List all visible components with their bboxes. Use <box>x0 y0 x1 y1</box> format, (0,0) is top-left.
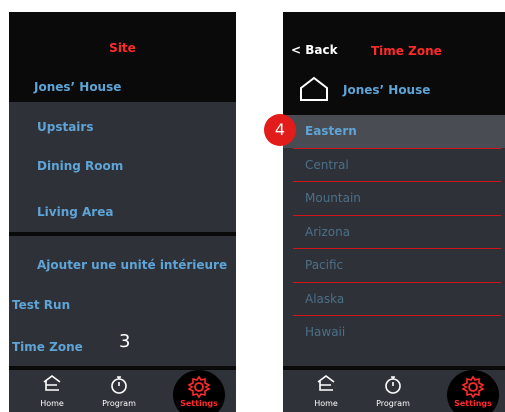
step-badge: 4 <box>264 114 296 146</box>
site-name[interactable]: Jones’ House <box>343 83 430 97</box>
site-screen: Site Jones’ House Upstairs Dining Room L… <box>9 12 236 412</box>
house-icon <box>300 76 328 101</box>
timezone-option-pacific[interactable]: Pacific <box>283 249 505 282</box>
nav-program-label: Program <box>376 399 410 408</box>
back-button[interactable]: < Back <box>291 43 338 57</box>
nav-settings-label: Settings <box>180 399 218 408</box>
time-zone-header: < Back Time Zone Jones’ House <box>283 12 505 115</box>
timezone-option-arizona[interactable]: Arizona <box>283 216 505 249</box>
back-label: Back <box>305 43 338 57</box>
home-icon <box>43 375 61 391</box>
timezone-label: Central <box>305 158 349 172</box>
add-indoor-unit-button[interactable]: Ajouter une unité intérieure <box>37 258 227 272</box>
room-living-area[interactable]: Living Area <box>37 205 113 219</box>
stopwatch-icon <box>385 376 401 394</box>
timezone-label: Mountain <box>305 191 361 205</box>
timezone-option-mountain[interactable]: Mountain <box>283 182 505 215</box>
timezone-label: Hawaii <box>305 325 346 339</box>
nav-home[interactable]: Home <box>17 370 87 412</box>
nav-settings[interactable]: Settings <box>438 370 505 412</box>
step-number: 3 <box>119 331 131 352</box>
timezone-label: Alaska <box>305 292 345 306</box>
bottom-nav: Home Program Settings <box>9 366 236 412</box>
bottom-nav: Home Program Settings <box>283 366 505 412</box>
timezone-option-alaska[interactable]: Alaska <box>283 283 505 316</box>
timezone-label: Pacific <box>305 258 344 272</box>
page-title: Site <box>109 41 136 55</box>
site-name[interactable]: Jones’ House <box>34 80 121 94</box>
nav-program-label: Program <box>102 399 136 408</box>
nav-program[interactable]: Program <box>358 370 428 412</box>
room-dining-room[interactable]: Dining Room <box>37 159 123 173</box>
timezone-option-eastern[interactable]: Eastern <box>283 115 505 148</box>
test-run-item[interactable]: Test Run <box>12 298 70 312</box>
divider <box>9 232 236 236</box>
nav-program[interactable]: Program <box>84 370 154 412</box>
page-title: Time Zone <box>371 44 442 58</box>
nav-home[interactable]: Home <box>291 370 361 412</box>
nav-settings-label: Settings <box>454 399 492 408</box>
chevron-left-icon: < <box>291 43 302 57</box>
stopwatch-icon <box>111 376 127 394</box>
timezone-option-central[interactable]: Central <box>283 149 505 182</box>
time-zone-screen: < Back Time Zone Jones’ House Eastern Ce… <box>283 12 505 412</box>
nav-settings[interactable]: Settings <box>164 370 234 412</box>
gear-icon <box>187 375 211 399</box>
site-header: Site Jones’ House <box>9 12 236 102</box>
nav-home-label: Home <box>314 399 338 408</box>
timezone-option-hawaii[interactable]: Hawaii <box>283 316 505 349</box>
room-upstairs[interactable]: Upstairs <box>37 120 93 134</box>
time-zone-item[interactable]: Time Zone <box>12 340 83 354</box>
gear-icon <box>461 375 485 399</box>
timezone-label: Eastern <box>305 124 357 138</box>
timezone-label: Arizona <box>305 225 351 239</box>
home-icon <box>317 375 335 391</box>
nav-home-label: Home <box>40 399 64 408</box>
